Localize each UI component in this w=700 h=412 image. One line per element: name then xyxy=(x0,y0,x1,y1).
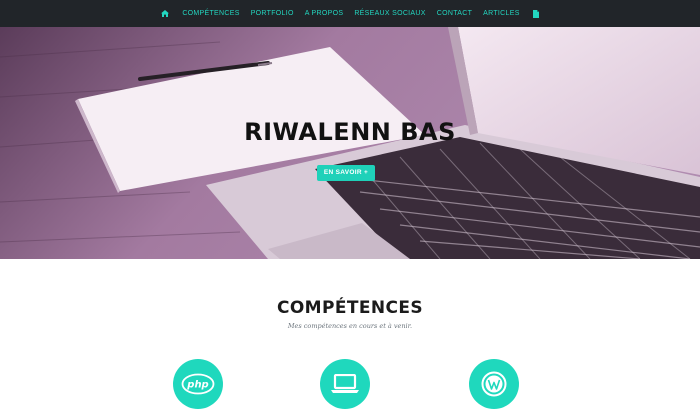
wordpress-icon xyxy=(481,371,507,397)
hero-banner: RIWALENN BAS EN SAVOIR + xyxy=(0,27,700,259)
nav-item-reseaux-sociaux[interactable]: RÉSEAUX SOCIAUX xyxy=(349,0,431,27)
wordpress-skill-circle xyxy=(469,359,519,409)
en-savoir-plus-button[interactable]: EN SAVOIR + xyxy=(317,165,375,181)
home-icon xyxy=(160,10,169,17)
competences-subtitle: Mes compétences en cours et à venir. xyxy=(287,322,413,330)
php-skill-circle: php xyxy=(173,359,223,409)
laptop-icon xyxy=(331,374,359,393)
php-icon: php xyxy=(181,373,215,395)
nav-item-contact[interactable]: CONTACT xyxy=(431,0,477,27)
document-icon xyxy=(533,9,540,18)
nav-item-articles[interactable]: ARTICLES xyxy=(478,0,526,27)
php-icon-text: php xyxy=(186,380,208,391)
hero-title: RIWALENN BAS xyxy=(244,118,456,146)
competences-title: COMPÉTENCES xyxy=(276,298,424,318)
nav-home-link[interactable] xyxy=(153,0,177,27)
laptop-skill-circle xyxy=(320,359,370,409)
nav-item-portfolio[interactable]: PORTFOLIO xyxy=(245,0,299,27)
nav-item-a-propos[interactable]: A PROPOS xyxy=(299,0,349,27)
nav-document-link[interactable] xyxy=(525,0,547,27)
nav-item-competences[interactable]: COMPÉTENCES xyxy=(177,0,245,27)
top-navbar: COMPÉTENCES PORTFOLIO A PROPOS RÉSEAUX S… xyxy=(0,0,700,27)
